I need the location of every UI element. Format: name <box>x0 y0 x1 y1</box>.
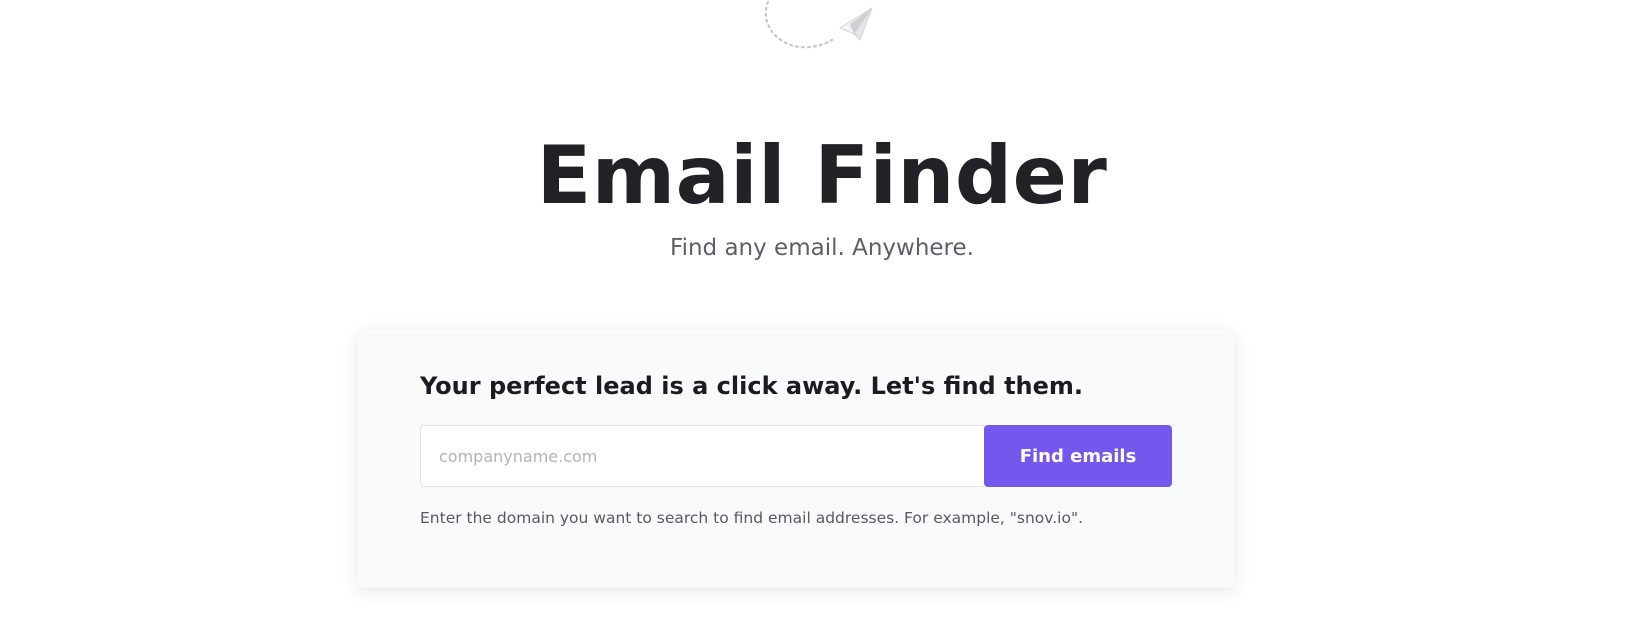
paper-plane-icon <box>764 0 873 49</box>
find-emails-button[interactable]: Find emails <box>984 425 1172 487</box>
search-card: Your perfect lead is a click away. Let's… <box>357 329 1235 588</box>
page: Email Finder Find any email. Anywhere. Y… <box>0 0 1644 642</box>
page-subtitle: Find any email. Anywhere. <box>670 235 974 261</box>
page-title: Email Finder <box>536 129 1108 222</box>
search-hint: Enter the domain you want to search to f… <box>420 509 1084 527</box>
card-heading: Your perfect lead is a click away. Let's… <box>420 372 1084 400</box>
domain-search-input[interactable] <box>420 425 984 487</box>
